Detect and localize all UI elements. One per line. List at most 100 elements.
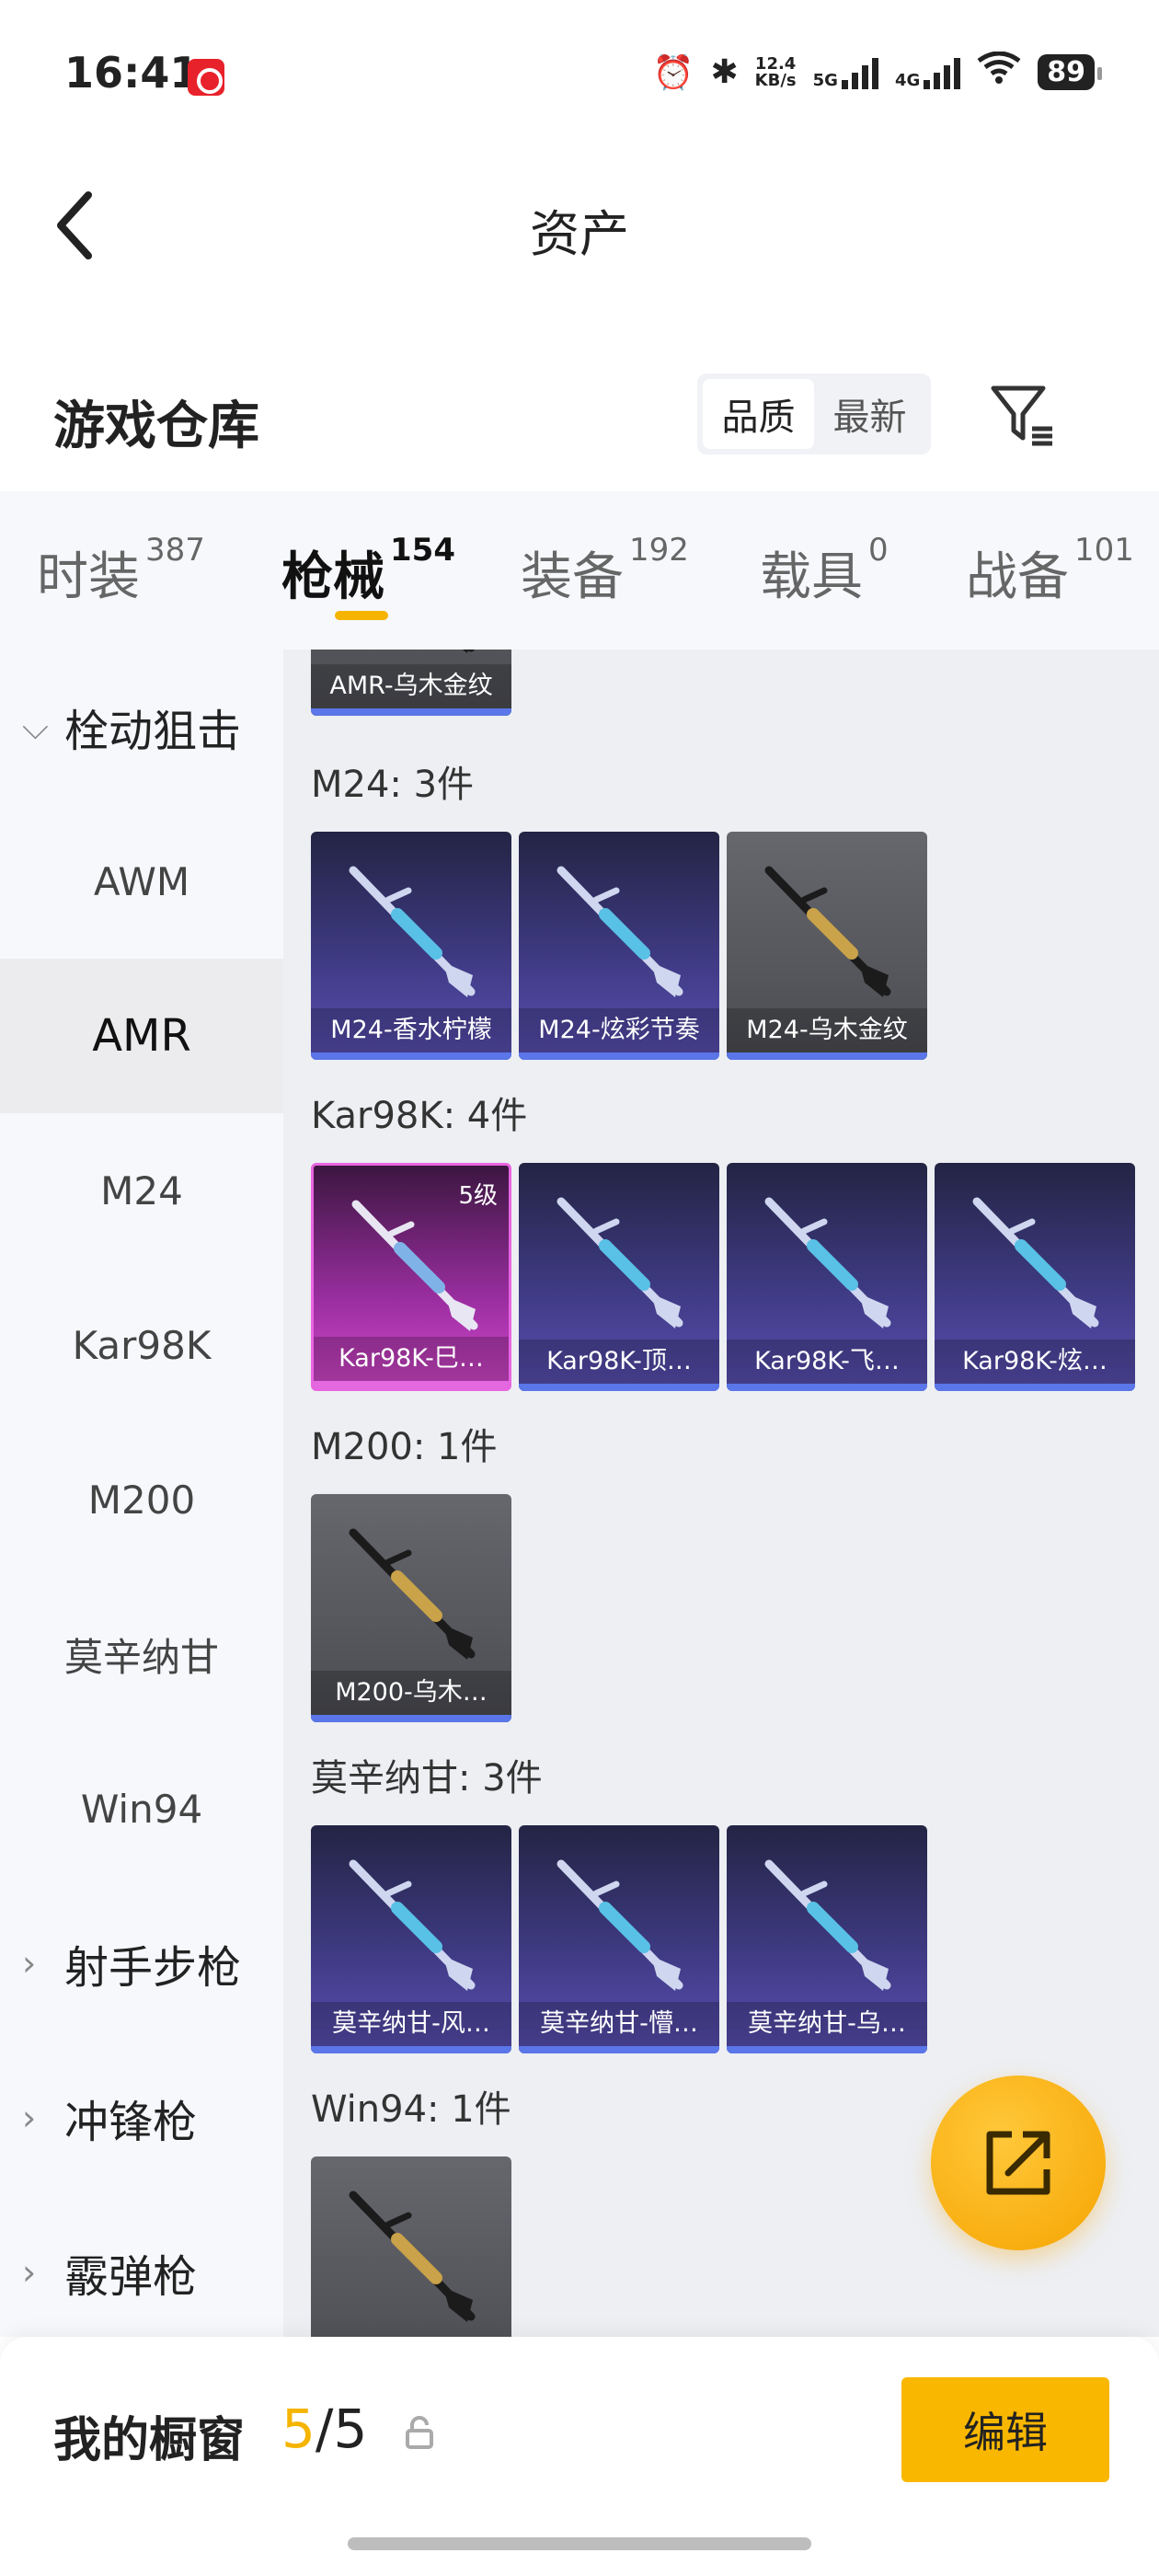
rarity-stripe [311,2046,511,2053]
rifle-icon [557,1859,683,1991]
level-badge: 5级 [458,1182,498,1210]
rifle-icon [349,2191,476,2322]
weapon-card[interactable]: 莫辛纳甘-懵… [519,1825,719,2053]
weapon-card[interactable]: Kar98K-顶… [519,1163,719,1391]
chevron-right-icon: › [22,2098,37,2138]
weapon-card[interactable]: M24-炫彩节奏 [519,832,719,1060]
sidebar-item-kar98k[interactable]: Kar98K [0,1268,283,1422]
rifle-icon [764,866,891,997]
sidebar-item-awm[interactable]: AWM [0,804,283,959]
weapon-name: Kar98K-飞… [727,1340,927,1384]
weapon-name: M24-炫彩节奏 [519,1008,719,1052]
rifle-icon [764,1197,891,1328]
rifle-icon [349,866,476,997]
status-icons: ⏰ ✱ 12.4 KB/s 5G 4G 89 [652,51,1102,93]
weapon-name: M200-乌木… [311,1671,511,1715]
chevron-down-icon: ⌵ [22,706,49,747]
rifle-icon [764,1859,891,1991]
group-label: M24: 3件 [311,764,475,806]
sidebar-item-win94[interactable]: Win94 [0,1731,283,1886]
rarity-stripe [519,2046,719,2053]
weapon-card[interactable]: AMR-乌木金纹 [311,650,511,716]
weapon-card[interactable]: 5级 Kar98K-巳… [311,1163,511,1391]
filter-icon [991,385,1052,446]
weapon-name: 莫辛纳甘-风… [311,2002,511,2046]
weapon-card[interactable]: Kar98K-炫… [935,1163,1135,1391]
weapon-card[interactable] [311,2156,511,2337]
rifle-icon [351,1200,478,1331]
wifi-icon [977,51,1021,93]
weapon-card[interactable]: Kar98K-飞… [727,1163,927,1391]
edit-button[interactable]: 编辑 [901,2377,1109,2482]
sidebar-item-amr[interactable]: AMR [0,959,283,1113]
battery-icon: 89 [1038,54,1102,90]
group-label: 莫辛纳甘: 3件 [311,1757,543,1800]
group-label: M200: 1件 [311,1426,498,1468]
sort-toggle: 品质 最新 [697,374,931,454]
sort-newest-button[interactable]: 最新 [814,379,925,449]
showcase-count: 5/5 [281,2398,368,2460]
home-indicator[interactable] [348,2537,811,2550]
tab-equipment[interactable]: 装备 192 [521,532,689,610]
tab-supplies[interactable]: 战备 101 [966,532,1134,610]
sidebar-item-mosin[interactable]: 莫辛纳甘 [0,1577,283,1731]
weapon-name: M24-香水柠檬 [311,1008,511,1052]
weapon-name: AMR-乌木金纹 [311,664,511,708]
status-time: 16:41 [64,48,200,98]
active-tab-indicator [335,611,388,620]
chevron-right-icon: › [22,1943,37,1984]
chevron-right-icon: › [22,2252,37,2293]
rarity-stripe [727,1052,927,1060]
sidebar-group-marksman[interactable]: › 射手步枪 [0,1886,283,2041]
rarity-stripe [727,1384,927,1391]
tab-weapons[interactable]: 枪械 154 [281,532,455,610]
weapon-name: Kar98K-顶… [519,1340,719,1384]
weapon-card[interactable]: 莫辛纳甘-风… [311,1825,511,2053]
rarity-stripe [519,1052,719,1060]
bluetooth-icon: ✱ [710,53,739,91]
sidebar-group-bolt-sniper[interactable]: ⌵ 栓动狙击 [0,650,283,804]
weapon-name: M24-乌木金纹 [727,1008,927,1052]
netease-app-icon [188,59,224,96]
page-title: 资产 [530,205,629,263]
share-button[interactable] [931,2076,1106,2250]
weapon-card[interactable]: M200-乌木… [311,1494,511,1722]
showcase-title: 我的橱窗 [53,2413,246,2468]
weapon-name: 莫辛纳甘-懵… [519,2002,719,2046]
rarity-stripe [311,1052,511,1060]
weapon-name: Kar98K-炫… [935,1340,1135,1384]
sidebar-item-m24[interactable]: M24 [0,1113,283,1268]
weapon-card[interactable]: M24-乌木金纹 [727,832,927,1060]
sidebar-item-m200[interactable]: M200 [0,1422,283,1577]
rarity-stripe [311,708,511,716]
group-label: Kar98K: 4件 [311,1095,528,1137]
lock-icon [406,2416,433,2449]
rarity-stripe [314,1381,509,1388]
signal-4g-icon: 4G [895,56,961,89]
sidebar-group-smg[interactable]: › 冲锋枪 [0,2041,283,2195]
sidebar-group-shotgun[interactable]: › 霰弹枪 [0,2195,283,2337]
sort-quality-button[interactable]: 品质 [703,379,814,449]
weapon-category-sidebar: ⌵ 栓动狙击 AWM AMR M24 Kar98K M200 莫辛纳甘 Win94… [0,650,283,2337]
weapon-card[interactable]: M24-香水柠檬 [311,832,511,1060]
showcase-bar: 我的橱窗 5/5 编辑 [0,2337,1159,2576]
warehouse-title: 游戏仓库 [53,397,259,456]
rifle-icon [349,1859,476,1991]
category-tabs: 时装 387 枪械 154 装备 192 载具 0 战备 101 [0,491,1159,650]
share-icon [986,2131,1050,2195]
rarity-stripe [727,2046,927,2053]
rifle-icon [557,866,683,997]
rifle-icon [972,1197,1099,1328]
rarity-stripe [519,1384,719,1391]
rarity-stripe [311,1715,511,1722]
net-speed: 12.4 KB/s [754,53,797,90]
rifle-icon [349,1528,476,1660]
tab-fashion[interactable]: 时装 387 [37,532,205,610]
weapon-name: 莫辛纳甘-乌… [727,2002,927,2046]
signal-5g-icon: 5G [813,56,878,89]
alarm-icon: ⏰ [652,53,694,92]
rarity-stripe [935,1384,1135,1391]
tab-vehicles[interactable]: 载具 0 [760,532,889,610]
filter-button[interactable] [986,377,1060,451]
weapon-card[interactable]: 莫辛纳甘-乌… [727,1825,927,2053]
